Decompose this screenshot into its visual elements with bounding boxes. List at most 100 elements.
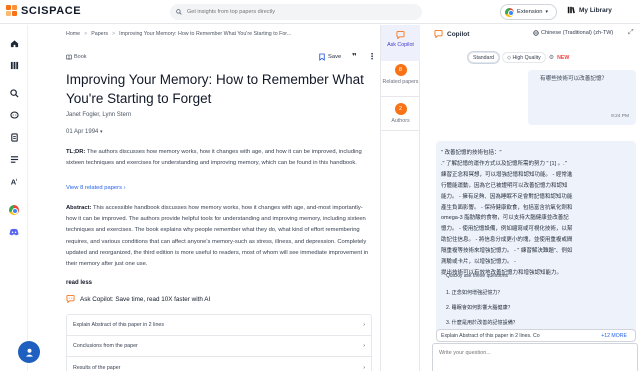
suggested-question-label: Explain Abstract of this paper in 2 line… — [73, 322, 164, 328]
chevron-down-icon[interactable]: ▾ — [100, 129, 103, 135]
quick-question-item[interactable]: 2. 睡眠會如何影響大腦健康？ — [446, 304, 513, 311]
extension-button[interactable]: Extension ▾ — [500, 4, 557, 20]
search-rail-icon[interactable] — [9, 88, 19, 98]
tab-label: Ask Copilot — [387, 42, 414, 48]
save-label: Save — [328, 54, 342, 60]
discord-icon[interactable] — [9, 227, 19, 237]
suggested-question-item[interactable]: Explain Abstract of this paper in 2 line… — [67, 315, 371, 336]
expand-panel-icon[interactable]: ⤢ — [628, 29, 634, 37]
breadcrumb-home[interactable]: Home — [66, 31, 80, 37]
new-badge: NEW — [557, 54, 570, 61]
ask-copilot-label: Ask Copilot: Save time, read 10X faster … — [80, 295, 211, 303]
breadcrumb-papers[interactable]: Papers — [91, 31, 108, 37]
copilot-chat-icon — [434, 30, 443, 38]
user-message-text: 有哪些技術可以改善記憶？ — [540, 76, 608, 82]
tab-label: Authors — [391, 118, 410, 124]
ai-response-line: 能力。 - 擁有足夠、因為睡眠不足會對記憶和認知功能 — [441, 193, 573, 200]
chevron-right-icon: › — [123, 185, 126, 191]
breadcrumb-separator: > — [112, 31, 116, 37]
more-suggestions-link[interactable]: +12 MORE — [601, 333, 627, 339]
ai-response-line: 行體能運動，因為它已被證明可以改善記憶力和認知 — [441, 182, 568, 189]
mode-high-quality[interactable]: ◇ High Quality — [502, 52, 546, 63]
suggested-question-item[interactable]: Results of the paper › — [67, 357, 371, 371]
chevron-right-icon: › — [363, 364, 365, 371]
breadcrumb-current: Improving Your Memory: How to Remember W… — [119, 31, 292, 37]
chat-icon[interactable] — [9, 110, 19, 120]
paper-type-badge: Book — [66, 54, 87, 60]
question-input[interactable] — [439, 350, 599, 370]
ai-response-text: " 改善記憶的技術包括：" ." 了解記憶的運作方式以及記憶所需的努力 " [1… — [441, 148, 631, 279]
tab-authors[interactable]: 2 Authors — [381, 101, 420, 131]
paper-type-label: Book — [74, 54, 87, 60]
top-bar: SCISPACE Extension ▾ My Library — [0, 0, 640, 24]
tldr-text: The authors discusses how memory works, … — [66, 149, 362, 167]
search-input[interactable] — [187, 9, 407, 15]
settings-icon[interactable]: ⚙ — [549, 54, 554, 61]
library-label: My Library — [579, 6, 612, 14]
paper-detail-pane: Home > Papers > Improving Your Memory: How t… — [58, 25, 380, 371]
paper-title: Improving Your Memory: How to Remember W… — [66, 72, 364, 106]
list-icon[interactable] — [9, 154, 19, 164]
ai-writer-icon[interactable]: Ai — [9, 177, 19, 187]
side-tabs: Ask Copilot 8 Related papers 2 Authors — [380, 25, 420, 371]
ai-response-line: " 改善記憶的技術包括：" — [441, 150, 502, 156]
tldr-label: TL;DR: — [66, 149, 86, 155]
document-icon[interactable] — [9, 132, 19, 142]
related-papers-label: View 8 related papers — [66, 185, 122, 191]
search-bar[interactable] — [170, 4, 422, 20]
suggested-question-item[interactable]: Conclusions from the paper › — [67, 336, 371, 357]
related-papers-link[interactable]: View 8 related papers › — [66, 185, 126, 191]
ask-copilot-cta: Ask Copilot: Save time, read 10X faster … — [66, 295, 210, 303]
more-options-icon[interactable]: ⋮ — [368, 52, 376, 61]
save-button[interactable]: Save — [319, 53, 341, 61]
ai-response-bubble: " 改善記憶的技術包括：" ." 了解記憶的運作方式以及記憶所需的努力 " [1… — [436, 141, 636, 337]
suggestion-chip[interactable]: Explain Abstract of this paper in 2 line… — [436, 329, 636, 342]
related-count-badge: 8 — [394, 64, 407, 76]
abstract-text: This accessible handbook discusses how m… — [66, 205, 369, 268]
library-rail-icon[interactable] — [9, 60, 19, 70]
brand-logo[interactable]: SCISPACE — [6, 5, 81, 17]
ai-response-line: 產生負面影響。 - 保持健康飲食，包括富含抗氧化劑和 — [441, 204, 573, 211]
user-help-icon — [25, 348, 33, 357]
abstract-label: Abstract: — [66, 205, 92, 211]
copilot-panel: Copilot Chinese (Traditional) (zh-TW) ⤢ … — [428, 25, 640, 371]
quick-question-item[interactable]: 3. 什麼是用於改善的記憶設備？ — [446, 319, 518, 326]
book-icon — [66, 54, 72, 60]
my-library-link[interactable]: My Library — [567, 6, 612, 14]
tab-ask-copilot[interactable]: Ask Copilot — [381, 25, 420, 61]
read-less-link[interactable]: read less — [66, 280, 92, 286]
suggested-question-label: Results of the paper — [73, 364, 121, 371]
brand-name: SCISPACE — [21, 5, 82, 17]
copilot-chat-icon — [396, 31, 405, 40]
search-icon — [176, 9, 182, 15]
copilot-chat-icon — [66, 295, 75, 303]
breadcrumb: Home > Papers > Improving Your Memory: How t… — [66, 31, 291, 37]
ai-response-line: 測驗或卡片，以增強記憶力。 - — [441, 259, 516, 266]
mode-standard[interactable]: Standard — [468, 52, 500, 63]
authors-count-badge: 2 — [394, 103, 407, 115]
help-fab-button[interactable] — [18, 341, 40, 363]
mode-toggle: Standard ◇ High Quality ⚙ NEW — [468, 52, 569, 63]
language-selector[interactable]: Chinese (Traditional) (zh-TW) — [533, 30, 613, 36]
home-icon[interactable] — [9, 38, 19, 48]
paper-meta-row: Book Save ❞ ⋮ — [66, 52, 376, 64]
copilot-title: Copilot — [447, 30, 470, 38]
ai-response-line: ." 了解記憶的運作方式以及記憶所需的努力 " [1] 。." — [441, 160, 567, 167]
quick-question-item[interactable]: 1. 正念如何增強記憶力？ — [446, 289, 503, 296]
chevron-right-icon: › — [363, 343, 365, 349]
abstract: Abstract: This accessible handbook discu… — [66, 203, 372, 270]
tab-label: Related papers — [382, 79, 419, 85]
paper-date-value: 01 Apr 1994 — [66, 129, 99, 135]
cite-quote-icon[interactable]: ❞ — [352, 52, 357, 61]
extension-label: Extension — [517, 9, 543, 15]
logo-icon — [6, 5, 18, 17]
suggested-questions-list: Explain Abstract of this paper in 2 line… — [66, 314, 372, 371]
diamond-icon: ◇ — [507, 55, 512, 61]
message-timestamp: 9:24 PM — [611, 114, 629, 119]
paper-authors[interactable]: Janet Fogler, Lynn Stern — [66, 112, 131, 118]
chrome-extension-icon[interactable] — [9, 205, 19, 215]
tab-related-papers[interactable]: 8 Related papers — [381, 61, 420, 97]
chrome-icon — [505, 7, 514, 17]
bookmark-icon — [319, 53, 325, 61]
suggestion-text: Explain Abstract of this paper in 2 line… — [441, 332, 540, 339]
